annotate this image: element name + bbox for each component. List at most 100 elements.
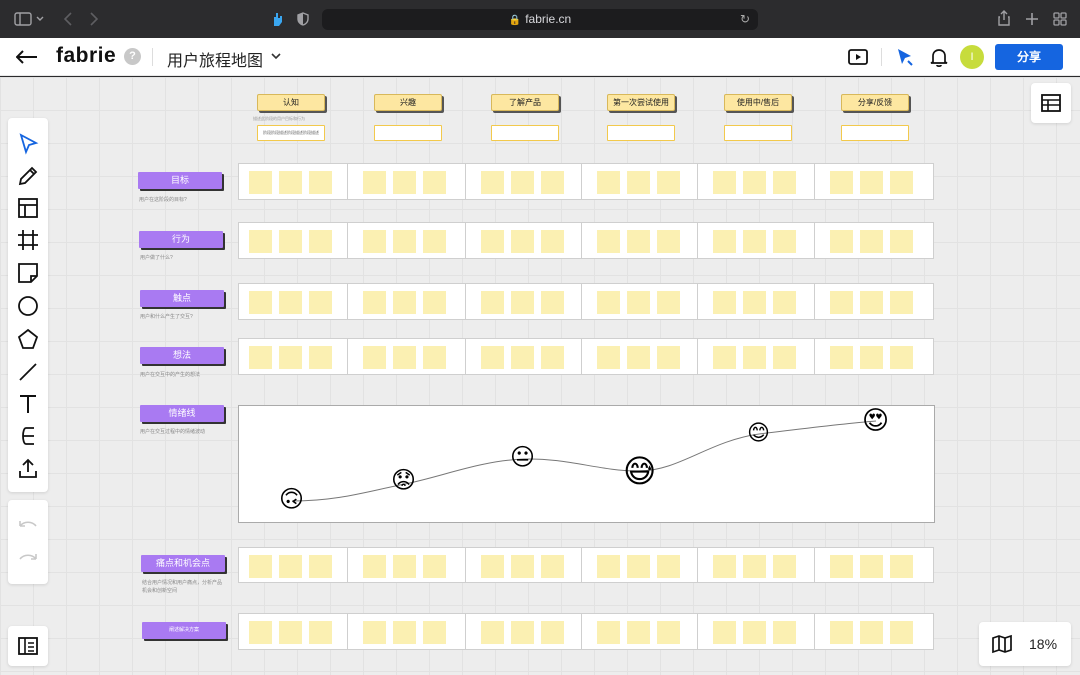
circle-icon[interactable] xyxy=(16,294,40,318)
sticky-note[interactable] xyxy=(743,171,766,194)
pen-icon[interactable] xyxy=(16,164,40,188)
sticky-note[interactable] xyxy=(363,291,386,314)
journey-cell[interactable] xyxy=(239,164,348,199)
journey-row[interactable] xyxy=(238,222,934,259)
upload-icon[interactable] xyxy=(16,457,40,481)
sticky-note[interactable] xyxy=(423,346,446,369)
sticky-note[interactable] xyxy=(423,621,446,644)
row-label-pain-points[interactable]: 痛点和机会点 xyxy=(141,555,225,572)
sticky-note[interactable] xyxy=(773,230,796,253)
sticky-note[interactable] xyxy=(830,291,853,314)
sticky-note[interactable] xyxy=(627,291,650,314)
sticky-note[interactable] xyxy=(541,346,564,369)
row-label-touchpoints[interactable]: 触点 xyxy=(140,290,224,307)
sticky-note[interactable] xyxy=(830,555,853,578)
journey-cell[interactable] xyxy=(466,548,582,582)
journey-cell[interactable] xyxy=(698,548,815,582)
journey-cell[interactable] xyxy=(815,223,932,258)
sticky-note[interactable] xyxy=(597,291,620,314)
emotion-emoji-icon[interactable]: 🙃 xyxy=(279,488,304,512)
sticky-note[interactable] xyxy=(657,291,680,314)
sticky-note[interactable] xyxy=(890,555,913,578)
back-icon[interactable] xyxy=(16,50,38,64)
journey-cell[interactable] xyxy=(348,223,466,258)
stage-description-box[interactable] xyxy=(724,125,792,141)
sticky-note[interactable] xyxy=(363,621,386,644)
stage-header[interactable]: 分享/反馈 xyxy=(841,94,909,111)
sticky-note[interactable] xyxy=(860,171,883,194)
stage-header[interactable]: 使用中/售后 xyxy=(724,94,792,111)
sticky-note[interactable] xyxy=(890,291,913,314)
journey-row[interactable] xyxy=(238,283,934,320)
journey-row[interactable] xyxy=(238,163,934,200)
journey-row[interactable] xyxy=(238,613,934,650)
sticky-note[interactable] xyxy=(249,230,272,253)
sticky-note[interactable] xyxy=(249,555,272,578)
sticky-note[interactable] xyxy=(627,555,650,578)
address-bar[interactable]: 🔒 fabrie.cn ↻ xyxy=(322,9,758,30)
sticky-note[interactable] xyxy=(773,621,796,644)
present-icon[interactable] xyxy=(847,46,869,68)
journey-cell[interactable] xyxy=(348,548,466,582)
sticky-note[interactable] xyxy=(541,621,564,644)
sticky-note[interactable] xyxy=(423,291,446,314)
journey-cell[interactable] xyxy=(239,548,348,582)
journey-cell[interactable] xyxy=(239,614,348,649)
sticky-note[interactable] xyxy=(657,346,680,369)
sticky-note[interactable] xyxy=(597,621,620,644)
sticky-note[interactable] xyxy=(393,346,416,369)
logo[interactable]: fabrie xyxy=(56,44,116,68)
journey-cell[interactable] xyxy=(466,164,582,199)
sticky-note[interactable] xyxy=(279,621,302,644)
sticky-note[interactable] xyxy=(309,230,332,253)
sticky-note[interactable] xyxy=(511,171,534,194)
sticky-note[interactable] xyxy=(423,171,446,194)
sticky-note[interactable] xyxy=(511,346,534,369)
sticky-note[interactable] xyxy=(279,171,302,194)
sticky-note[interactable] xyxy=(890,346,913,369)
shield-icon[interactable] xyxy=(297,12,309,26)
sticky-note[interactable] xyxy=(860,555,883,578)
stage-description-box[interactable] xyxy=(491,125,559,141)
journey-cell[interactable] xyxy=(239,339,348,374)
sticky-note[interactable] xyxy=(657,171,680,194)
sticky-note[interactable] xyxy=(541,171,564,194)
journey-cell[interactable] xyxy=(582,548,698,582)
journey-cell[interactable] xyxy=(815,284,932,319)
journey-cell[interactable] xyxy=(466,339,582,374)
map-icon[interactable] xyxy=(991,634,1013,654)
journey-cell[interactable] xyxy=(348,164,466,199)
journey-cell[interactable] xyxy=(239,284,348,319)
emotion-curve-panel[interactable] xyxy=(238,405,935,523)
help-icon[interactable]: ? xyxy=(124,48,141,65)
tab-overview-icon[interactable] xyxy=(1053,12,1067,26)
sticky-note[interactable] xyxy=(713,346,736,369)
sticky-note[interactable] xyxy=(713,171,736,194)
stage-description-box[interactable] xyxy=(374,125,442,141)
journey-cell[interactable] xyxy=(582,223,698,258)
sticky-note[interactable] xyxy=(627,621,650,644)
sticky-note[interactable] xyxy=(860,291,883,314)
journey-cell[interactable] xyxy=(582,164,698,199)
journey-cell[interactable] xyxy=(348,614,466,649)
sticky-note[interactable] xyxy=(597,230,620,253)
sticky-note[interactable] xyxy=(743,555,766,578)
sticky-note[interactable] xyxy=(279,555,302,578)
sticky-note[interactable] xyxy=(657,621,680,644)
sticky-note-icon[interactable] xyxy=(16,261,40,285)
journey-cell[interactable] xyxy=(348,339,466,374)
journey-cell[interactable] xyxy=(698,339,815,374)
sticky-note[interactable] xyxy=(627,230,650,253)
journey-cell[interactable] xyxy=(815,614,932,649)
row-label-goals[interactable]: 目标 xyxy=(138,172,222,189)
emotion-emoji-icon[interactable]: 😍 xyxy=(862,407,889,433)
sticky-note[interactable] xyxy=(511,621,534,644)
sticky-note[interactable] xyxy=(541,555,564,578)
sticky-note[interactable] xyxy=(511,555,534,578)
sticky-note[interactable] xyxy=(309,621,332,644)
journey-cell[interactable] xyxy=(466,223,582,258)
sticky-note[interactable] xyxy=(309,346,332,369)
redo-icon[interactable] xyxy=(16,547,40,571)
row-label-thoughts[interactable]: 想法 xyxy=(140,347,224,364)
journey-cell[interactable] xyxy=(466,284,582,319)
